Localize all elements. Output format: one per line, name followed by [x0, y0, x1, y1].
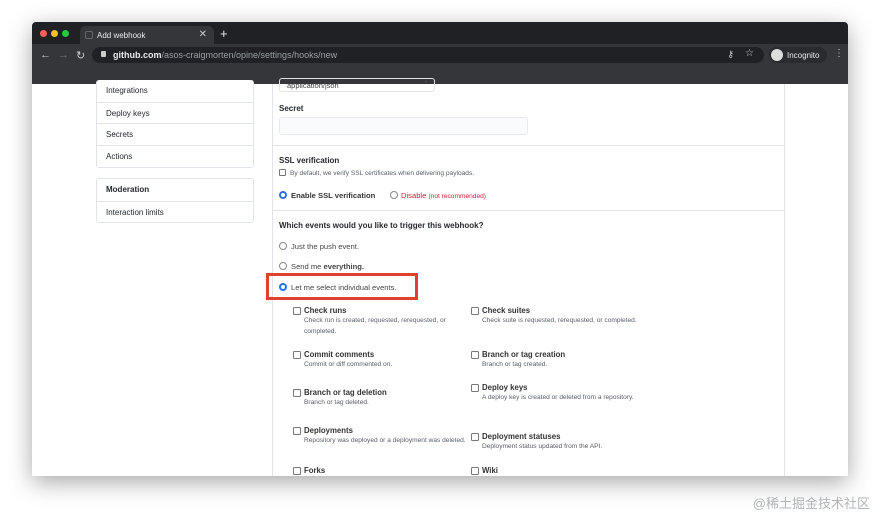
forward-icon[interactable]: → — [58, 49, 69, 61]
key-icon[interactable]: ⚷ — [727, 49, 734, 60]
event-title[interactable]: Deployments — [304, 426, 353, 435]
disable-ssl-label[interactable]: Disable (not recommended) — [401, 191, 486, 200]
profile-label: Incognito — [787, 51, 820, 60]
event-title[interactable]: Branch or tag creation — [482, 350, 565, 359]
everything-radio[interactable] — [279, 262, 287, 270]
event-description: Check suite is requested, rerequested, o… — [482, 317, 637, 324]
ssl-note: By default, we verify SSL certificates w… — [290, 170, 475, 177]
tab-bar: Add webhook ✕ + — [32, 22, 848, 44]
browser-toolbar: ← → ↻ github.com/asos-craigmorten/opine/… — [32, 44, 848, 84]
close-tab-icon[interactable]: ✕ — [199, 29, 207, 40]
checkbox-deploy-keys[interactable] — [471, 384, 479, 392]
event-title[interactable]: Check suites — [482, 306, 530, 315]
disable-text: Disable — [401, 191, 427, 200]
secret-input[interactable] — [279, 117, 528, 135]
content-type-value: application/json — [287, 81, 339, 90]
event-title[interactable]: Deployment statuses — [482, 432, 560, 441]
tab-title: Add webhook — [97, 31, 146, 40]
checkbox-check-suites[interactable] — [471, 307, 479, 315]
incognito-badge[interactable]: Incognito — [769, 47, 827, 63]
disable-note: (not recommended) — [428, 193, 486, 200]
everything-label[interactable]: Send me everything. — [291, 262, 364, 271]
event-title[interactable]: Wiki — [482, 466, 498, 475]
divider — [273, 210, 785, 211]
checkbox-check-runs[interactable] — [293, 307, 301, 315]
address-bar[interactable]: github.com/asos-craigmorten/opine/settin… — [92, 47, 764, 63]
event-title[interactable]: Check runs — [304, 306, 346, 315]
event-description: A deploy key is created or deleted from … — [482, 394, 634, 401]
push-event-radio[interactable] — [279, 242, 287, 250]
event-description: Branch or tag created. — [482, 361, 548, 368]
browser-window: Add webhook ✕ + ← → ↻ github.com/asos-cr… — [32, 22, 848, 476]
highlight-box — [266, 273, 418, 300]
star-icon[interactable]: ☆ — [745, 48, 754, 59]
menu-icon[interactable]: ⋮ — [834, 48, 844, 59]
events-question: Which events would you like to trigger t… — [279, 221, 484, 230]
checkbox-deployments[interactable] — [293, 427, 301, 435]
checkbox-branch-or-tag-deletion[interactable] — [293, 389, 301, 397]
event-title[interactable]: Branch or tag deletion — [304, 388, 387, 397]
moderation-sidebar: Moderation Interaction limits — [96, 178, 254, 223]
close-window-button[interactable] — [40, 30, 47, 37]
lock-icon — [279, 169, 286, 176]
content-type-select[interactable]: application/json ▼ — [279, 78, 435, 92]
checkbox-commit-comments[interactable] — [293, 351, 301, 359]
event-description: Check run is created, requested, rereque… — [304, 317, 446, 335]
secret-label: Secret — [279, 104, 304, 113]
sidebar-item-secrets[interactable]: Secrets — [97, 123, 253, 145]
moderation-header: Moderation — [106, 185, 150, 194]
event-title[interactable]: Deploy keys — [482, 383, 528, 392]
watermark: @稀土掘金技术社区 — [752, 496, 870, 511]
sidebar-item-interaction-limits[interactable]: Interaction limits — [97, 200, 253, 223]
url-path: /asos-craigmorten/opine/settings/hooks/n… — [161, 50, 338, 60]
event-description: Deployment status updated from the API. — [482, 443, 603, 450]
maximize-window-button[interactable] — [62, 30, 69, 37]
disable-ssl-radio[interactable] — [390, 191, 398, 199]
page-content: Integrations Deploy keys Secrets Actions… — [32, 78, 848, 476]
reload-icon[interactable]: ↻ — [76, 49, 85, 62]
minimize-window-button[interactable] — [51, 30, 58, 37]
event-title[interactable]: Forks — [304, 466, 325, 475]
everything-bold: everything. — [323, 262, 365, 271]
tab-add-webhook[interactable]: Add webhook ✕ — [80, 26, 214, 44]
github-favicon-icon — [85, 31, 93, 39]
event-title[interactable]: Commit comments — [304, 350, 374, 359]
push-event-label[interactable]: Just the push event. — [291, 242, 359, 251]
chevron-down-icon: ▼ — [423, 80, 429, 86]
everything-prefix: Send me — [291, 262, 324, 271]
webhook-form: application/json ▼ Secret SSL verificati… — [266, 78, 785, 476]
settings-sidebar: Integrations Deploy keys Secrets Actions — [96, 80, 254, 168]
back-icon[interactable]: ← — [40, 49, 51, 61]
sidebar-item-integrations[interactable]: Integrations — [97, 80, 253, 102]
checkbox-deployment-statuses[interactable] — [471, 433, 479, 441]
url-host: github.com — [113, 50, 162, 60]
sidebar-item-deploy-keys[interactable]: Deploy keys — [97, 101, 253, 124]
event-description: Commit or diff commented on. — [304, 361, 393, 368]
divider — [273, 145, 785, 146]
event-description: Repository was deployed or a deployment … — [304, 437, 466, 444]
sidebar-item-actions[interactable]: Actions — [97, 144, 253, 167]
enable-ssl-label[interactable]: Enable SSL verification — [291, 191, 375, 200]
checkbox-forks[interactable] — [293, 467, 301, 475]
lock-icon — [101, 51, 106, 57]
enable-ssl-radio[interactable] — [279, 191, 287, 199]
new-tab-button[interactable]: + — [220, 26, 228, 41]
incognito-icon — [771, 49, 783, 61]
ssl-title: SSL verification — [279, 156, 340, 165]
checkbox-wiki[interactable] — [471, 467, 479, 475]
event-description: Branch or tag deleted. — [304, 399, 369, 406]
checkbox-branch-or-tag-creation[interactable] — [471, 351, 479, 359]
